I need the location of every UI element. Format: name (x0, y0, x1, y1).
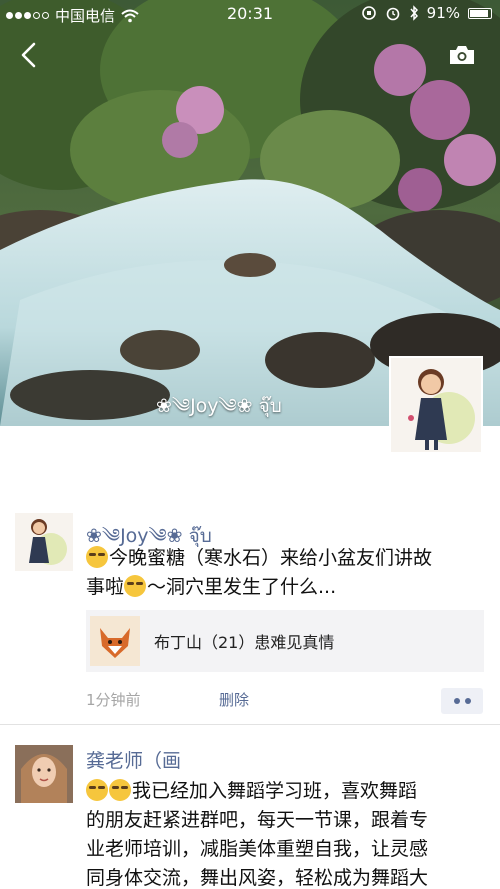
avatar (391, 358, 481, 452)
shared-link-card[interactable]: 布丁山（21）患难见真情 (86, 610, 484, 672)
post-text-line: 今晚蜜糖（寒水石）来给小盆友们讲故 (109, 547, 433, 569)
status-right: 91% (361, 4, 492, 22)
post-avatar[interactable] (15, 745, 73, 803)
battery-label: 91% (426, 4, 460, 22)
post-avatar[interactable] (15, 513, 73, 571)
emoji-icon (124, 575, 147, 597)
more-options-button[interactable] (441, 688, 483, 714)
status-bar: 中国电信 20:31 91% (0, 0, 500, 28)
orientation-lock-icon (361, 6, 376, 20)
post-text-line: 的朋友赶紧进群吧，每天一节课，跟着专 (86, 809, 429, 831)
link-thumbnail (90, 616, 140, 666)
post-text-line: 业老师培训，减脂美体重塑自我，让灵感 (86, 838, 429, 860)
camera-icon[interactable] (448, 44, 476, 66)
link-title: 布丁山（21）患难见真情 (154, 633, 335, 652)
battery-icon (468, 7, 492, 19)
post-text-line: 事啦 (86, 576, 125, 598)
post-text: 我已经加入舞蹈学习班，喜欢舞蹈 的朋友赶紧进群吧，每天一节课，跟着专 业老师培训… (86, 777, 486, 889)
post-author-name[interactable]: 龚老师（画 (86, 746, 181, 773)
post-timestamp: 1分钟前 (86, 691, 141, 709)
emoji-icon (86, 546, 108, 568)
post-divider (0, 724, 500, 725)
post-text: 今晚蜜糖（寒水石）来给小盆友们讲故 事啦 ～洞穴里发生了什么... (86, 544, 486, 602)
emoji-icon (109, 779, 131, 801)
post-text-line: ～洞穴里发生了什么... (147, 576, 337, 598)
back-arrow-icon[interactable] (14, 40, 44, 70)
dot-icon (464, 698, 471, 704)
delete-button[interactable]: 删除 (219, 689, 249, 710)
dot-icon (453, 698, 460, 704)
moments-page: 中国电信 20:31 91% ❀༄Joy༄❀ จุ๊บ ❀༄Joy༄❀ จุ๊บ… (0, 0, 500, 889)
avatar (15, 745, 73, 803)
post-text-line: 同身体交流，舞出风姿，轻松成为舞蹈大 (86, 867, 429, 889)
bluetooth-icon (410, 5, 418, 21)
fox-illustration-icon (90, 616, 140, 666)
profile-name[interactable]: ❀༄Joy༄❀ จุ๊บ (156, 384, 282, 438)
avatar (15, 513, 73, 571)
alarm-icon (386, 7, 399, 21)
post-text-line: 我已经加入舞蹈学习班，喜欢舞蹈 (132, 780, 418, 802)
profile-avatar[interactable] (389, 356, 483, 454)
emoji-icon (86, 779, 108, 801)
